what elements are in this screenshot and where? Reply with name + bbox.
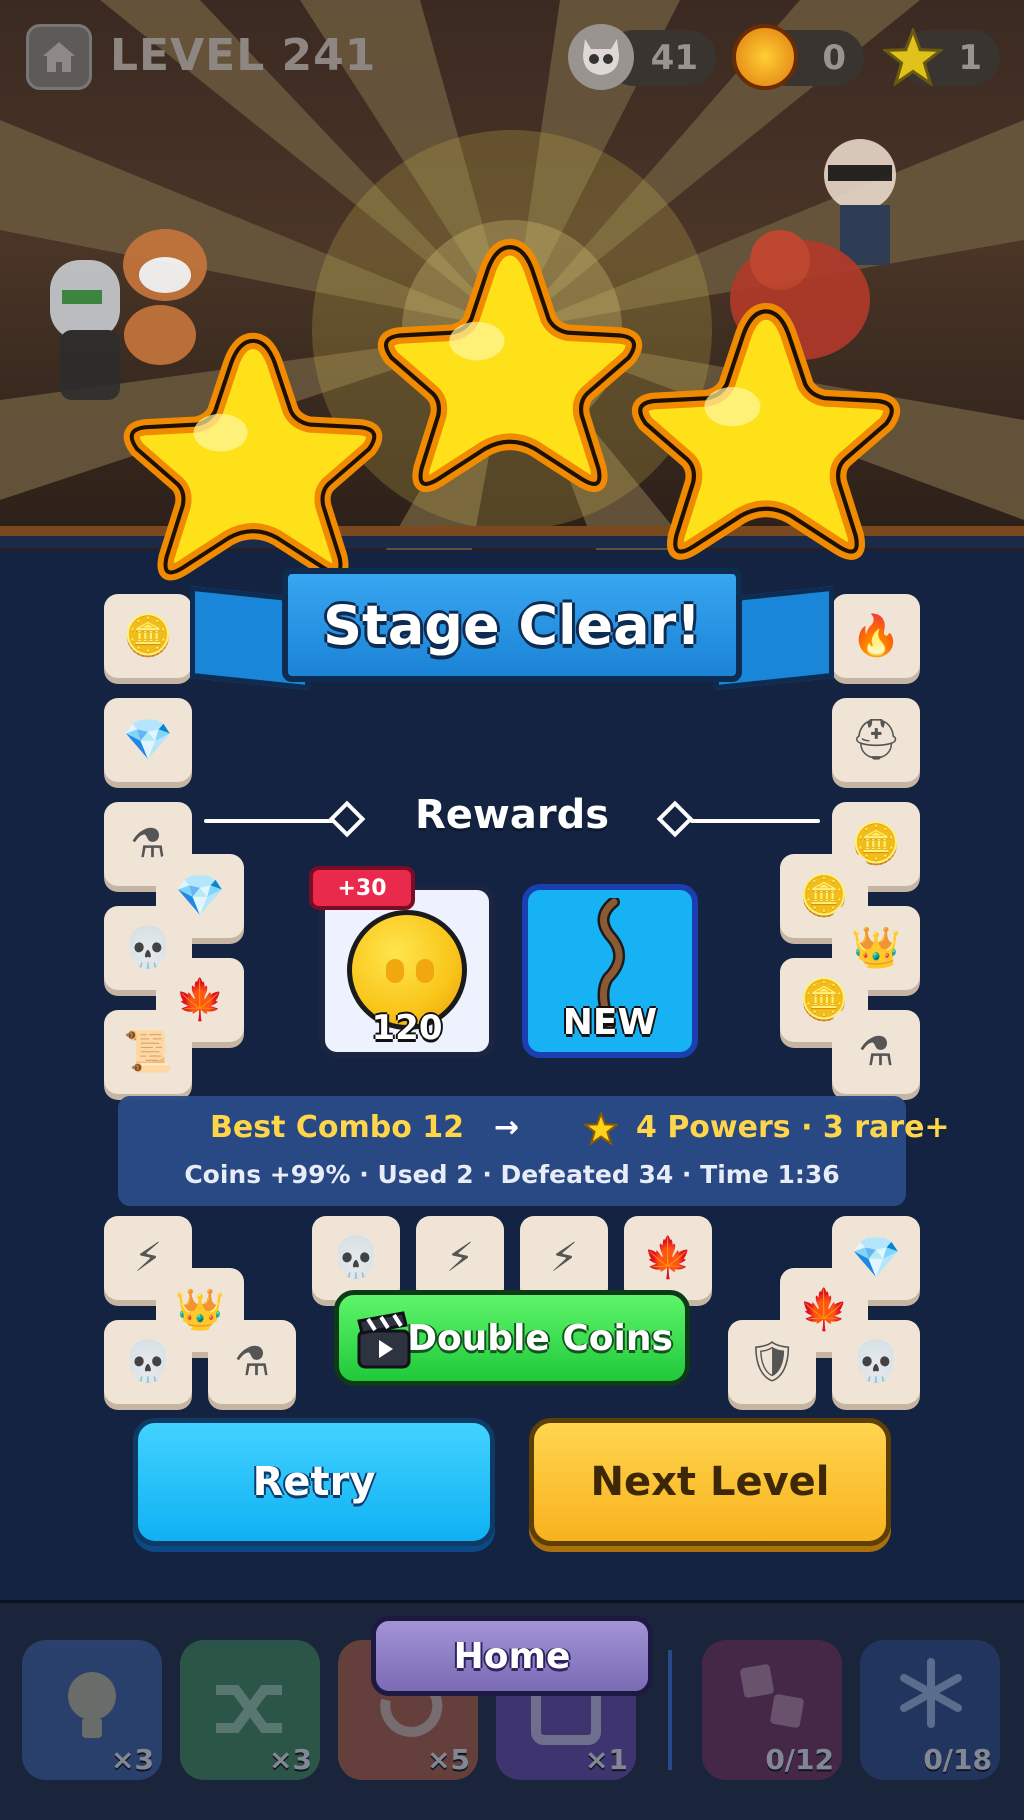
star-count: 1: [958, 38, 982, 78]
power-count: ×5: [427, 1743, 470, 1776]
stage-clear-title: Stage Clear!: [323, 593, 701, 657]
level-label: LEVEL 241: [110, 30, 377, 81]
power-count: 0/12: [765, 1743, 834, 1776]
power-count: ×3: [269, 1743, 312, 1776]
lightbulb-icon: [68, 1672, 116, 1738]
tile-skull: 💀: [832, 1320, 920, 1404]
tile-potion: ⚗: [832, 1010, 920, 1094]
star-icon: [584, 1112, 618, 1145]
tile-crystal: 💎: [104, 698, 192, 782]
powers-text: 4 Powers · 3 rare+: [636, 1110, 950, 1145]
tile-shield: 🛡: [728, 1320, 816, 1404]
video-ad-icon: [357, 1311, 411, 1369]
home-hud-button[interactable]: [26, 24, 92, 90]
stats-detail: Coins +99% · Used 2 · Defeated 34 · Time…: [184, 1160, 840, 1189]
power-divider: [668, 1650, 672, 1770]
double-coins-button[interactable]: Double Coins: [334, 1290, 690, 1386]
home-label: Home: [453, 1635, 571, 1677]
new-item-card: NEW: [522, 884, 698, 1058]
home-button[interactable]: Home: [371, 1616, 653, 1696]
rewards-title: Rewards: [414, 792, 610, 838]
double-coins-label: Double Coins: [407, 1317, 673, 1359]
tile-coins: 🪙: [104, 594, 192, 678]
power-count: ×1: [585, 1743, 628, 1776]
coin-icon: [732, 24, 798, 90]
power-shuffle[interactable]: ×3: [180, 1640, 320, 1780]
snowflake-icon: [900, 1658, 962, 1728]
tile-skull: 💀: [104, 1320, 192, 1404]
tile-helmet: ⛑: [832, 698, 920, 782]
next-level-button[interactable]: Next Level: [529, 1418, 891, 1546]
tile-lightning: ⚡: [520, 1216, 608, 1300]
star-icon: [880, 24, 946, 90]
tile-lightning: ⚡: [416, 1216, 504, 1300]
power-hint[interactable]: ×3: [22, 1640, 162, 1780]
result-star-center: [377, 238, 643, 493]
new-item-label: NEW: [562, 1002, 658, 1043]
tile-skull: 💀: [312, 1216, 400, 1300]
result-star-left: [123, 332, 383, 581]
coin-reward-amount: 120: [371, 1008, 443, 1048]
shuffle-icon: [216, 1685, 282, 1733]
power-count: 0/18: [923, 1743, 992, 1776]
tile-leaf: 🍁: [624, 1216, 712, 1300]
tile-scroll: 📜: [104, 1010, 192, 1094]
skull-count: 41: [650, 38, 698, 78]
hero-knight: [50, 260, 120, 400]
game-screen: LEVEL 241 41 0 1 🪙 🔥 💎 ⛑ ⚗ 🪙 💎 🪙 💀 👑 🍁 🪙…: [0, 0, 1024, 1820]
arrow-icon: →: [494, 1110, 520, 1145]
stage-clear-banner: Stage Clear!: [282, 568, 742, 682]
power-freeze[interactable]: 0/18: [860, 1640, 1000, 1780]
coin-count: 0: [822, 38, 846, 78]
next-level-label: Next Level: [590, 1459, 830, 1505]
power-count: ×3: [111, 1743, 154, 1776]
tile-potion: ⚗: [208, 1320, 296, 1404]
result-star-right: [631, 303, 901, 560]
skull-icon: [568, 24, 634, 90]
house-icon: [43, 42, 75, 72]
rewards-divider-right: [690, 819, 820, 823]
power-merge[interactable]: 0/12: [702, 1640, 842, 1780]
coin-bonus-badge: +30: [309, 866, 415, 910]
tile-fire: 🔥: [832, 594, 920, 678]
coin-reward-card: 120: [319, 884, 495, 1058]
retry-button[interactable]: Retry: [133, 1418, 495, 1546]
merge-icon: [740, 1664, 804, 1728]
rewards-divider-left: [204, 819, 336, 823]
best-combo-text: Best Combo 12: [210, 1110, 465, 1145]
retry-label: Retry: [252, 1459, 376, 1505]
